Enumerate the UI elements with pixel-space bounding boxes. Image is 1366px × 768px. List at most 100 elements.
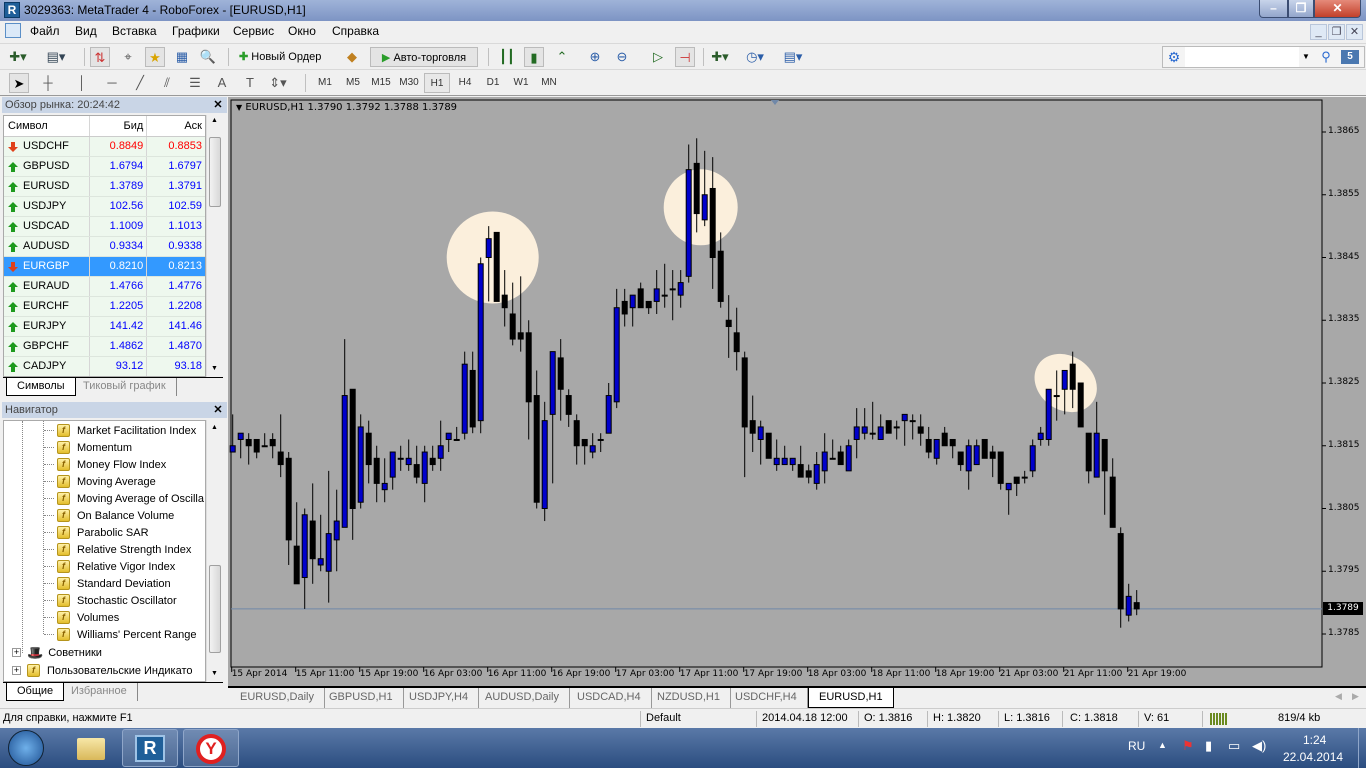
start-button[interactable] bbox=[8, 730, 44, 766]
menu-charts[interactable]: Графики bbox=[172, 24, 220, 38]
menu-insert[interactable]: Вставка bbox=[112, 24, 157, 38]
timeframe-w1[interactable]: W1 bbox=[508, 73, 534, 93]
zoom-in-icon[interactable]: ⊕ bbox=[585, 47, 605, 67]
language-indicator[interactable]: RU bbox=[1128, 739, 1145, 753]
chart-tab[interactable]: EURUSD,H1 bbox=[808, 688, 894, 708]
data-window-icon[interactable]: ⌖ bbox=[118, 47, 138, 67]
tab-common[interactable]: Общие bbox=[6, 683, 65, 701]
metaeditor-icon[interactable]: ◆ bbox=[342, 47, 362, 67]
timeframe-m5[interactable]: M5 bbox=[340, 73, 366, 93]
tree-item-indicator[interactable]: f Money Flow Index bbox=[44, 456, 166, 473]
chart-menu-triangle-icon[interactable]: ▼ bbox=[236, 103, 242, 112]
menu-help[interactable]: Справка bbox=[332, 24, 379, 38]
tree-item-indicator[interactable]: f Stochastic Oscillator bbox=[44, 592, 177, 609]
scroll-thumb[interactable] bbox=[209, 565, 221, 653]
tree-item-indicator[interactable]: f Moving Average of Oscilla bbox=[44, 490, 204, 507]
market-watch-row[interactable]: GBPUSD 1.6794 1.6797 bbox=[4, 157, 205, 177]
text-label-icon[interactable]: T bbox=[240, 73, 260, 93]
market-watch-close-icon[interactable]: ✕ bbox=[212, 98, 224, 112]
timeframe-h1[interactable]: H1 bbox=[424, 73, 450, 93]
market-watch-row[interactable]: USDJPY 102.56 102.59 bbox=[4, 197, 205, 217]
templates-icon[interactable]: ▤▾ bbox=[783, 47, 803, 67]
tree-item-indicator[interactable]: f Williams' Percent Range bbox=[44, 626, 196, 643]
market-watch-row[interactable]: EURGBP 0.8210 0.8213 bbox=[4, 257, 205, 277]
tab-tick-chart[interactable]: Тиковый график bbox=[73, 378, 177, 396]
yandex-browser-taskbar-button[interactable]: Y bbox=[183, 729, 239, 767]
show-hidden-icons-icon[interactable]: ▲ bbox=[1158, 740, 1167, 750]
timeframe-h4[interactable]: H4 bbox=[452, 73, 478, 93]
tabs-scroll-right-icon[interactable]: ▶ bbox=[1352, 691, 1359, 702]
messages-icon[interactable]: 5 bbox=[1341, 50, 1359, 64]
horizontal-line-icon[interactable]: ─ bbox=[102, 73, 122, 93]
fibonacci-icon[interactable]: ☰ bbox=[185, 73, 205, 93]
terminal-icon[interactable]: ▦ bbox=[172, 47, 192, 67]
column-ask[interactable]: Аск bbox=[147, 116, 205, 136]
tree-item-indicator[interactable]: f Momentum bbox=[44, 439, 132, 456]
crosshair-icon[interactable]: ┼ bbox=[38, 73, 58, 93]
tree-item-indicator[interactable]: f Volumes bbox=[44, 609, 119, 626]
market-watch-row[interactable]: EURUSD 1.3789 1.3791 bbox=[4, 177, 205, 197]
metatrader-taskbar-button[interactable]: R bbox=[122, 729, 178, 767]
cursor-icon[interactable]: ➤ bbox=[9, 73, 29, 93]
chart-tab[interactable]: USDCAD,H4 bbox=[567, 688, 652, 708]
candlestick-chart-icon[interactable]: ▮ bbox=[524, 47, 544, 67]
restore-window-button[interactable]: ❐ bbox=[1288, 0, 1314, 18]
menu-tools[interactable]: Сервис bbox=[233, 24, 274, 38]
explorer-taskbar-button[interactable] bbox=[62, 729, 118, 767]
profiles-icon[interactable]: ▤▾ bbox=[46, 47, 66, 67]
close-window-button[interactable]: ✕ bbox=[1314, 0, 1361, 18]
timeframe-d1[interactable]: D1 bbox=[480, 73, 506, 93]
timeframe-mn[interactable]: MN bbox=[536, 73, 562, 93]
market-watch-row[interactable]: USDCHF 0.8849 0.8853 bbox=[4, 137, 205, 157]
market-watch-row[interactable]: EURJPY 141.42 141.46 bbox=[4, 317, 205, 337]
chart-tab[interactable]: USDJPY,H4 bbox=[399, 688, 480, 708]
strategy-tester-icon[interactable]: 🔍 bbox=[198, 47, 218, 67]
chart-tab[interactable]: GBPUSD,H1 bbox=[319, 688, 404, 708]
chart-shift-icon[interactable]: ⊣ bbox=[675, 47, 695, 67]
search-icon[interactable]: ⚲ bbox=[1315, 47, 1337, 67]
chart-tab[interactable]: AUDUSD,Daily bbox=[475, 688, 570, 708]
power-icon[interactable]: ▮ bbox=[1205, 738, 1212, 754]
scroll-down-icon[interactable]: ▼ bbox=[211, 365, 218, 372]
text-tool-icon[interactable]: A bbox=[212, 73, 232, 93]
navigator-close-icon[interactable]: ✕ bbox=[212, 403, 224, 417]
tree-folder-custom-indicators[interactable]: + f Пользовательские Индикато bbox=[12, 662, 193, 679]
arrows-icon[interactable]: ⇕▾ bbox=[268, 73, 288, 93]
timeframe-m30[interactable]: M30 bbox=[396, 73, 422, 93]
vertical-line-icon[interactable]: │ bbox=[72, 73, 92, 93]
minimize-window-button[interactable]: – bbox=[1259, 0, 1288, 18]
market-watch-row[interactable]: USDCAD 1.1009 1.1013 bbox=[4, 217, 205, 237]
chart-window-icon[interactable] bbox=[5, 23, 21, 38]
expand-icon[interactable]: + bbox=[12, 666, 21, 675]
chart-canvas[interactable] bbox=[228, 97, 1366, 686]
scroll-up-icon[interactable]: ▲ bbox=[211, 424, 218, 431]
show-desktop-button[interactable] bbox=[1358, 728, 1366, 768]
market-watch-icon[interactable]: ⇅ bbox=[90, 47, 110, 67]
market-watch-row[interactable]: EURAUD 1.4766 1.4776 bbox=[4, 277, 205, 297]
price-chart[interactable]: ▼ EURUSD,H1 1.3790 1.3792 1.3788 1.3789 … bbox=[228, 97, 1366, 686]
chart-tab[interactable]: EURUSD,Daily bbox=[230, 688, 325, 708]
auto-scroll-icon[interactable]: ▷ bbox=[648, 47, 668, 67]
search-input[interactable] bbox=[1185, 47, 1299, 67]
network-icon[interactable]: ▭ bbox=[1228, 738, 1240, 754]
chart-tab[interactable]: USDCHF,H4 bbox=[725, 688, 808, 708]
tree-item-indicator[interactable]: f Parabolic SAR bbox=[44, 524, 149, 541]
market-watch-row[interactable]: EURCHF 1.2205 1.2208 bbox=[4, 297, 205, 317]
new-chart-icon[interactable]: ✚▾ bbox=[8, 47, 28, 67]
tabs-scroll-left-icon[interactable]: ◀ bbox=[1335, 691, 1342, 702]
tree-folder-experts[interactable]: + 🎩 Советники bbox=[12, 644, 102, 661]
clock-date[interactable]: 22.04.2014 bbox=[1283, 750, 1343, 764]
menu-file[interactable]: Файл bbox=[30, 24, 60, 38]
new-order-button[interactable]: ✚ Новый Ордер bbox=[236, 47, 324, 67]
search-dropdown-icon[interactable]: ▼ bbox=[1299, 47, 1313, 67]
periods-icon[interactable]: ◷▾ bbox=[745, 47, 765, 67]
bar-chart-icon[interactable]: ┃┃ bbox=[497, 47, 517, 67]
clock-time[interactable]: 1:24 bbox=[1303, 733, 1326, 747]
navigator-icon[interactable]: ★ bbox=[145, 47, 165, 67]
mdi-minimize-button[interactable]: _ bbox=[1310, 24, 1327, 40]
market-watch-row[interactable]: GBPCHF 1.4862 1.4870 bbox=[4, 337, 205, 357]
navigator-scrollbar[interactable]: ▲ ▼ bbox=[206, 420, 222, 682]
menu-window[interactable]: Окно bbox=[288, 24, 316, 38]
timeframe-m15[interactable]: M15 bbox=[368, 73, 394, 93]
column-bid[interactable]: Бид bbox=[90, 116, 148, 136]
